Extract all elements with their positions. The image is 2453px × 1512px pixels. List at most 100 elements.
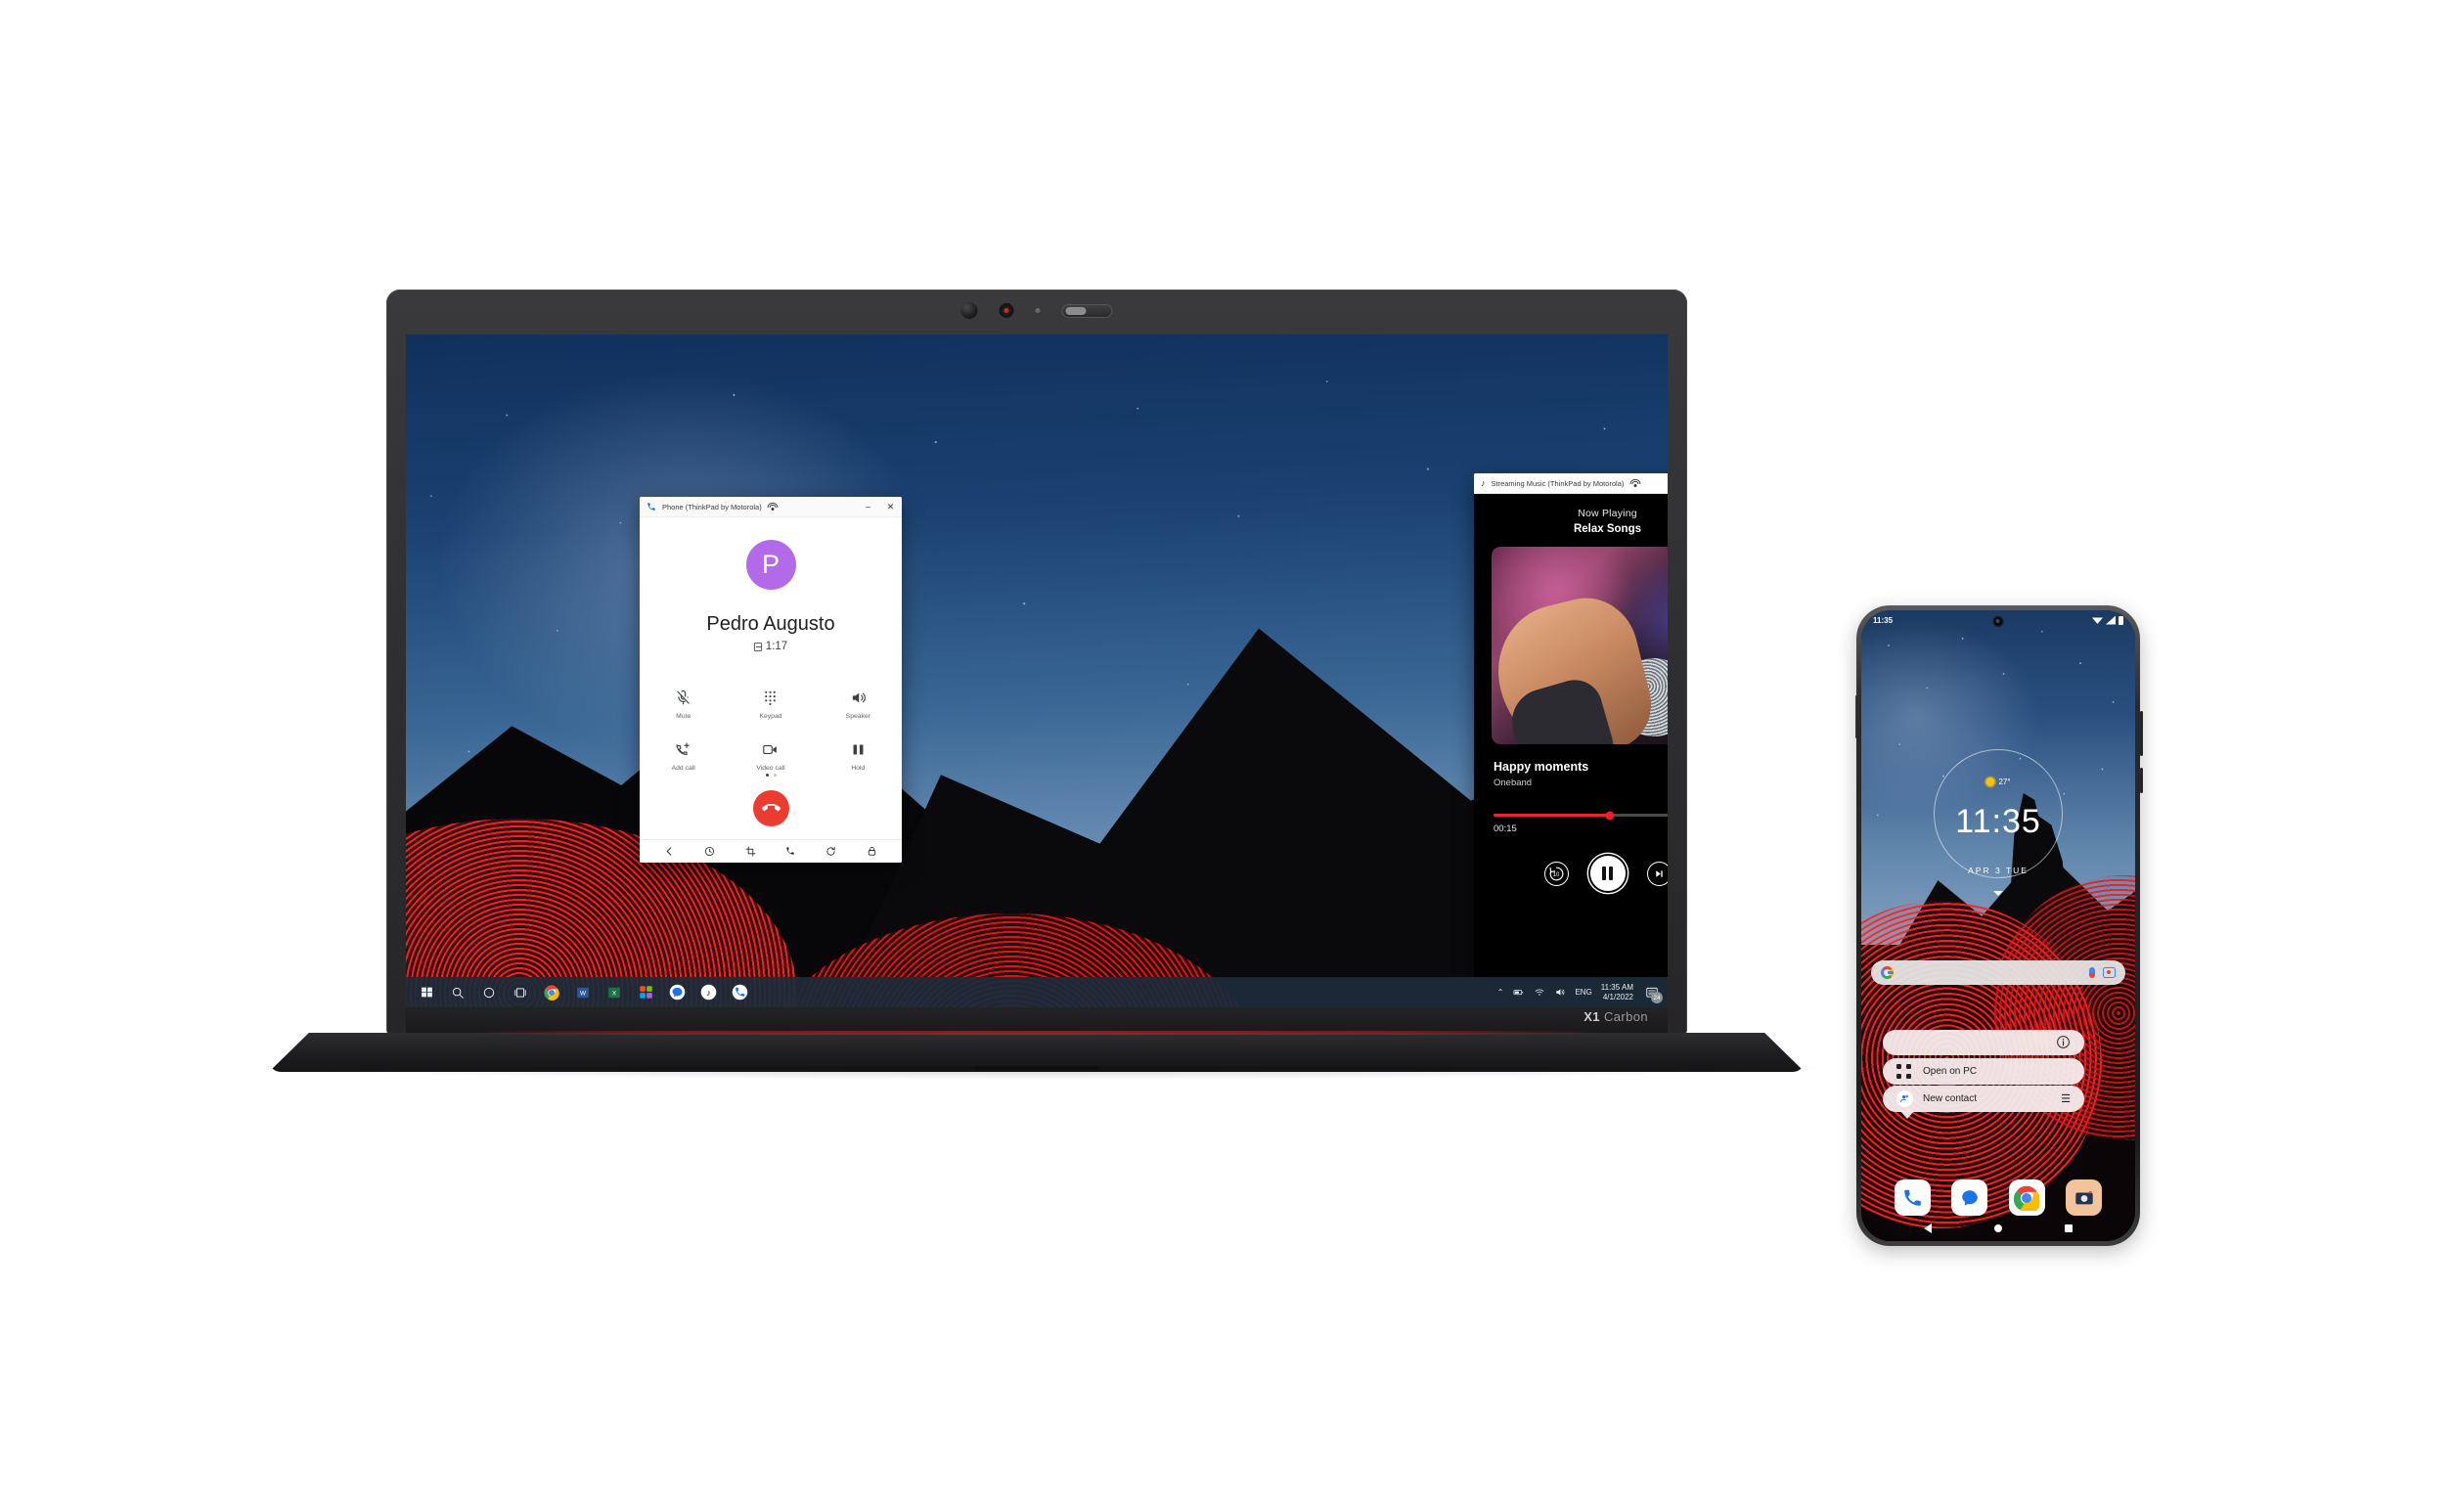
chrome-app-icon[interactable] [2008,1179,2045,1216]
messages-icon[interactable] [664,980,690,1005]
phone-dock [1861,1179,2135,1216]
video-call-button[interactable]: Video call [727,741,814,772]
cortana-icon[interactable] [476,980,502,1005]
volume-icon[interactable] [1554,987,1566,998]
system-tray[interactable]: ⌃ ENG 11:35 AM 4/1/2022 24 [1497,983,1668,1003]
track-title: Happy moments [1494,760,1589,774]
page-dot [773,774,777,777]
recent-apps-icon[interactable] [2065,1224,2073,1232]
power-button[interactable] [2140,768,2143,793]
refresh-icon[interactable] [825,846,836,857]
camera-indicator-icon [1035,308,1041,313]
call-icon[interactable] [785,846,796,857]
notification-badge: 24 [1651,992,1663,1003]
wifi-icon[interactable] [1534,987,1545,998]
album-artwork [1492,547,1668,744]
end-call-icon [761,803,780,812]
messages-app-icon[interactable] [1951,1179,1988,1216]
phone-navigation-bar[interactable] [1861,1220,2135,1237]
weather-widget[interactable]: 27° [1985,777,2011,786]
smartphone-device: 11:35 27° 11:35 APR 3 TUE Open on PC New… [1855,605,2143,1246]
notification-center-button[interactable]: 24 [1642,983,1663,1003]
music-window-titlebar[interactable]: ♪ Streaming Music (ThinkPad by Motorola)… [1474,473,1668,494]
end-call-button[interactable] [752,790,789,826]
search-icon[interactable] [445,980,470,1005]
call-controls-grid: Mute Keypad Speaker Add call Video call … [640,689,902,772]
speaker-icon [852,692,866,703]
screenshot-icon[interactable] [745,846,756,857]
laptop-brand-logo: X1 Carbon [1583,1009,1648,1024]
phone-icon[interactable] [727,980,752,1005]
language-indicator[interactable]: ENG [1575,988,1591,997]
call-window-close-button[interactable]: ✕ [882,498,899,516]
word-icon[interactable]: W [570,980,596,1005]
lock-icon[interactable] [867,846,877,857]
music-icon[interactable]: ♪ [695,980,721,1005]
skip-next-icon [1655,869,1663,877]
pause-icon [853,744,864,755]
phone-screen: 11:35 27° 11:35 APR 3 TUE Open on PC New… [1861,610,2135,1241]
svg-text:♪: ♪ [706,988,711,998]
new-contact-card[interactable]: New contact ☰ [1883,1086,2084,1120]
camera-app-icon[interactable] [2066,1179,2103,1216]
streaming-music-window[interactable]: ♪ Streaming Music (ThinkPad by Motorola)… [1474,473,1668,1007]
task-view-icon[interactable] [508,980,533,1005]
mute-button[interactable]: Mute [640,689,727,720]
chrome-icon[interactable] [539,980,564,1005]
google-logo-icon [1881,965,1894,979]
laptop-hinge-accent [474,1031,1599,1035]
playback-progress-slider[interactable] [1494,811,1668,820]
apps-icon[interactable] [633,980,658,1005]
laptop-lid: Phone (ThinkPad by Motorola) – ✕ P Pedro… [386,289,1687,1035]
volume-button[interactable] [2140,711,2143,756]
music-window-title: Streaming Music (ThinkPad by Motorola) [1491,478,1625,488]
call-window-titlebar[interactable]: Phone (ThinkPad by Motorola) – ✕ [640,497,902,517]
next-track-button[interactable] [1646,861,1668,886]
android-nav-bar[interactable] [640,839,902,863]
microphone-icon[interactable] [2089,966,2095,978]
battery-icon[interactable] [1512,987,1525,998]
clock-time: 11:35 AM [1600,982,1633,992]
video-call-icon [763,745,778,754]
lockscreen-clock: 11:35 [1955,802,2041,840]
google-lens-icon[interactable] [2103,966,2116,978]
tray-expand-icon[interactable]: ⌃ [1497,988,1504,997]
progress-knob[interactable] [1605,811,1615,820]
add-call-button[interactable]: Add call [640,741,727,772]
drag-handle-icon[interactable]: ☰ [2061,1092,2071,1105]
back-icon[interactable] [664,846,675,857]
play-pause-button[interactable] [1589,856,1626,891]
hold-button[interactable]: Hold [815,741,902,772]
phone-call-window[interactable]: Phone (ThinkPad by Motorola) – ✕ P Pedro… [640,497,902,863]
keypad-button[interactable]: Keypad [727,689,814,720]
clock: 11:35 AM 4/1/2022 [1601,983,1633,1002]
svg-text:W: W [580,990,587,997]
windows-taskbar[interactable]: W X ♪ ⌃ ENG 11:35 AM 4/1/2022 24 [406,977,1668,1007]
back-icon[interactable] [1924,1223,1932,1233]
windows-start-icon[interactable] [414,980,439,1005]
sun-icon [1985,777,1995,786]
keypad-icon [765,690,777,705]
mute-label: Mute [676,713,691,720]
rewind-10-button[interactable]: 10 [1543,861,1569,886]
home-icon[interactable] [1994,1224,2002,1232]
call-duration: 1:17 [640,641,902,652]
webcam-cluster [960,302,1113,319]
wifi-icon [1629,478,1641,488]
open-on-pc-card[interactable]: Open on PC [1883,1057,2084,1085]
svg-text:X: X [612,990,617,997]
wifi-icon [2092,617,2103,624]
excel-icon[interactable]: X [602,980,627,1005]
privacy-shutter-slider[interactable] [1061,303,1113,318]
info-icon[interactable] [2056,1035,2071,1049]
google-search-bar[interactable] [1871,959,2125,985]
phone-app-icon[interactable] [1894,1179,1931,1216]
expand-caret-icon[interactable] [1993,891,2003,897]
recent-icon[interactable] [704,846,715,857]
call-window-minimize-button[interactable]: – [860,498,876,516]
speaker-button[interactable]: Speaker [815,689,902,720]
playlist-name: Relax Songs [1573,523,1642,535]
lockscreen-date: APR 3 TUE [1968,866,2029,876]
partial-card[interactable] [1883,1029,2084,1055]
music-note-icon: ♪ [1481,478,1486,488]
